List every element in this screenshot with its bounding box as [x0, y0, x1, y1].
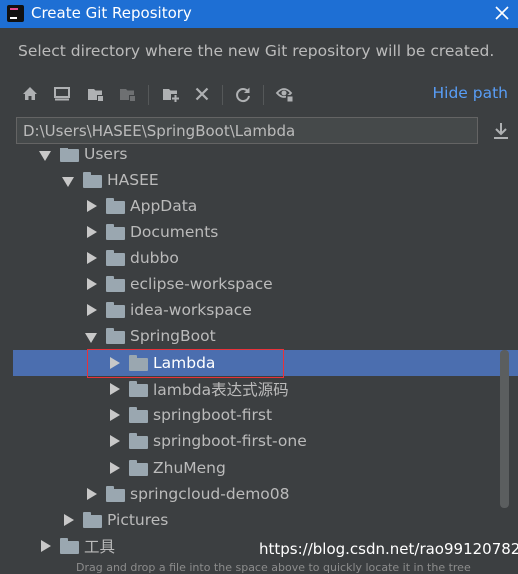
tree-item[interactable]: idea-workspace [0, 297, 518, 323]
folder-icon [106, 276, 125, 292]
tree-item[interactable]: Pictures [0, 507, 518, 533]
collapsed-arrow-icon[interactable] [107, 408, 121, 422]
toolbar: Hide path [18, 82, 508, 108]
folder-icon [106, 224, 125, 240]
toolbar-separator [222, 85, 223, 105]
tree-item-label: AppData [130, 197, 198, 215]
collapsed-arrow-icon[interactable] [84, 251, 98, 265]
collapsed-arrow-icon[interactable] [84, 199, 98, 213]
expanded-arrow-icon[interactable] [38, 148, 52, 161]
expanded-arrow-icon[interactable] [84, 329, 98, 343]
folder-icon [83, 172, 102, 188]
new-folder-button[interactable] [159, 82, 183, 106]
tree-item[interactable]: ZhuMeng [0, 455, 518, 481]
folder-icon [106, 198, 125, 214]
refresh-button[interactable] [231, 82, 255, 106]
folder-icon [106, 302, 125, 318]
collapsed-arrow-icon[interactable] [38, 539, 52, 553]
collapsed-arrow-icon[interactable] [61, 513, 75, 527]
collapsed-arrow-icon[interactable] [84, 487, 98, 501]
tree-item-label: Documents [130, 223, 219, 241]
tree-item-label: idea-workspace [130, 301, 252, 319]
annotation-highlight [87, 349, 284, 378]
path-input[interactable] [17, 118, 477, 143]
tree-item-label: Pictures [107, 511, 169, 529]
tree-item[interactable]: SpringBoot [0, 323, 518, 349]
tree-item-label: HASEE [107, 171, 159, 189]
tree-item-label: springboot-first [153, 406, 273, 424]
desktop-button[interactable] [50, 82, 74, 106]
title-bar: Create Git Repository [0, 0, 518, 28]
collapsed-arrow-icon[interactable] [107, 434, 121, 448]
folder-icon [129, 460, 148, 476]
intellij-logo-icon [7, 5, 24, 22]
module-folder-button [116, 82, 140, 106]
show-hidden-icon [275, 88, 294, 103]
drag-drop-hint: Drag and drop a file into the space abov… [76, 561, 471, 574]
folder-icon [129, 407, 148, 423]
dialog-description: Select directory where the new Git repos… [18, 42, 495, 60]
new-folder-icon [163, 89, 180, 103]
tree-item-label: lambda表达式源码 [153, 381, 289, 399]
delete-icon [195, 87, 209, 101]
tree-item[interactable]: eclipse-workspace [0, 271, 518, 297]
folder-icon [106, 486, 125, 502]
folder-icon [129, 381, 148, 397]
refresh-path-button[interactable] [488, 118, 514, 144]
tree-item[interactable]: Documents [0, 219, 518, 245]
tree-item[interactable]: springcloud-demo08 [0, 481, 518, 507]
hide-path-link[interactable]: Hide path [432, 84, 508, 102]
tree-item-label: Users [84, 148, 128, 163]
tree-item[interactable]: AppData [0, 193, 518, 219]
download-icon [494, 123, 508, 139]
tree-scrollbar[interactable] [500, 350, 509, 508]
collapsed-arrow-icon[interactable] [107, 382, 121, 396]
tree-item-label: ZhuMeng [153, 459, 226, 477]
tree-item-label: eclipse-workspace [130, 275, 273, 293]
tree-item[interactable]: Users [0, 148, 518, 167]
folder-icon [106, 250, 125, 266]
tree-item[interactable]: springboot-first-one [0, 428, 518, 454]
delete-button[interactable] [190, 82, 214, 106]
project-folder-icon [88, 89, 104, 102]
tree-item[interactable]: springboot-first [0, 402, 518, 428]
tree-item-label: SpringBoot [130, 327, 216, 345]
folder-icon [60, 148, 79, 162]
home-button[interactable] [18, 82, 42, 106]
project-folder-button[interactable] [84, 82, 108, 106]
module-folder-icon [120, 89, 136, 102]
collapsed-arrow-icon[interactable] [84, 277, 98, 291]
toolbar-separator [263, 85, 264, 105]
close-button[interactable] [491, 2, 513, 24]
window-title: Create Git Repository [31, 4, 192, 22]
refresh-icon [236, 87, 250, 103]
path-field-container [16, 117, 478, 144]
tree-item-label: springcloud-demo08 [130, 485, 290, 503]
home-icon [23, 87, 37, 100]
folder-icon [106, 328, 125, 344]
folder-icon [83, 512, 102, 528]
expanded-arrow-icon[interactable] [61, 173, 75, 187]
tree-item-label: dubbo [130, 249, 179, 267]
desktop-icon [54, 87, 70, 101]
show-hidden-button[interactable] [273, 82, 297, 106]
tree-item[interactable]: dubbo [0, 245, 518, 271]
close-icon [495, 6, 509, 20]
folder-icon [129, 433, 148, 449]
folder-icon [60, 538, 79, 554]
tree-item-label: 工具 [84, 538, 116, 556]
toolbar-separator [148, 85, 149, 105]
tree-item[interactable]: lambda表达式源码 [0, 376, 518, 402]
watermark: https://blog.csdn.net/rao991207823 [259, 540, 518, 558]
collapsed-arrow-icon[interactable] [84, 303, 98, 317]
tree-item-label: springboot-first-one [153, 432, 307, 450]
collapsed-arrow-icon[interactable] [107, 461, 121, 475]
collapsed-arrow-icon[interactable] [84, 225, 98, 239]
tree-item[interactable]: HASEE [0, 167, 518, 193]
